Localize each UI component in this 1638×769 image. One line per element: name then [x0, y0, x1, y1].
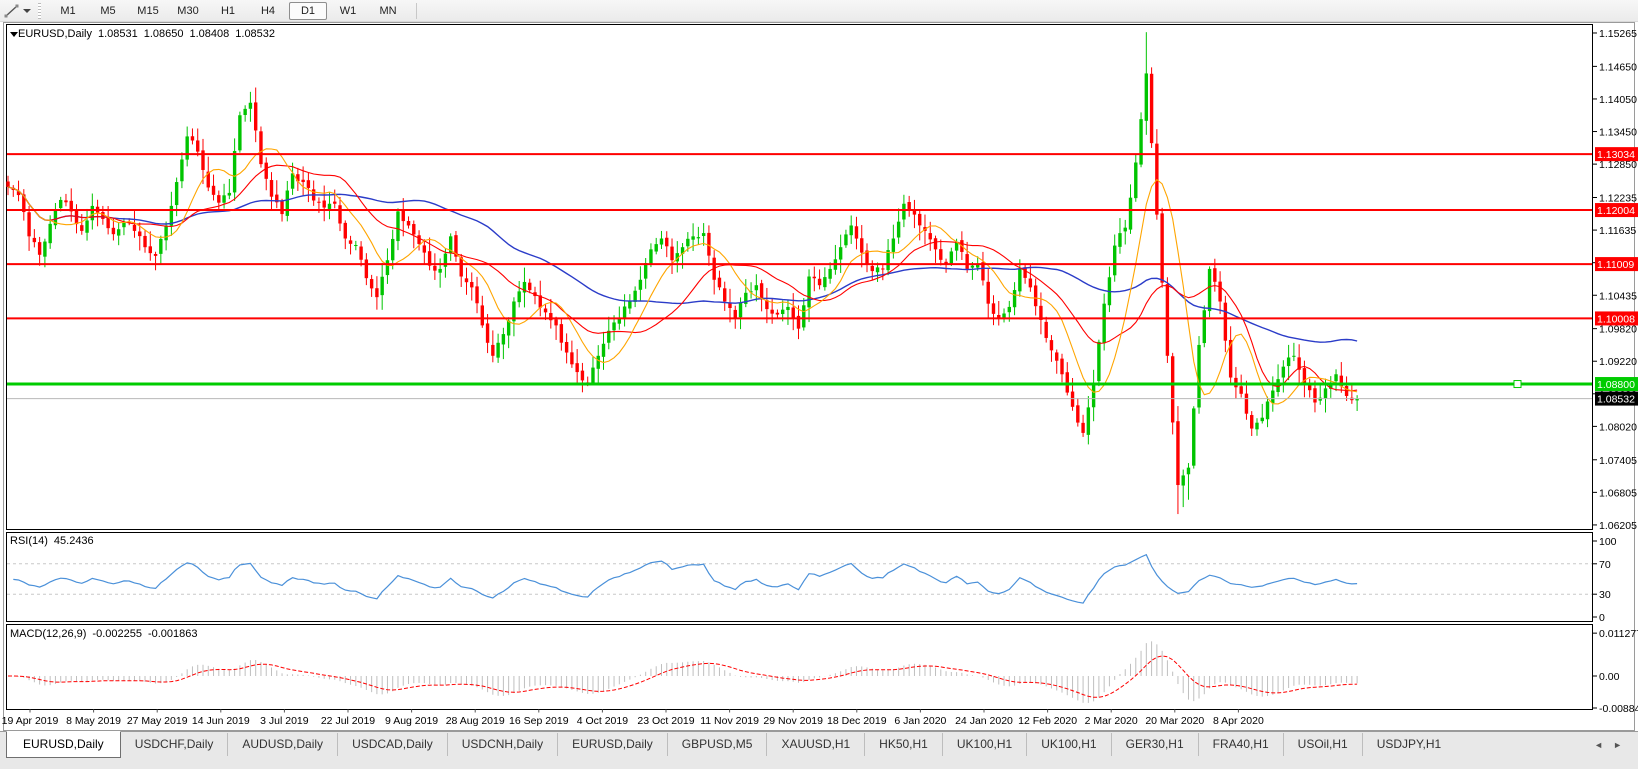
svg-text:0.00: 0.00 — [1599, 671, 1620, 683]
svg-text:2 Mar 2020: 2 Mar 2020 — [1085, 715, 1138, 727]
toolbar-grip[interactable] — [37, 3, 42, 19]
svg-text:1.10435: 1.10435 — [1599, 290, 1637, 302]
chart-tabbar: EURUSD,DailyUSDCHF,DailyAUDUSD,DailyUSDC… — [0, 731, 1638, 769]
svg-text:28 Aug 2019: 28 Aug 2019 — [446, 715, 505, 727]
green-line-handle[interactable] — [1514, 381, 1521, 388]
chart-tab-10-uk100-h1[interactable]: UK100,H1 — [1026, 733, 1110, 756]
svg-text:1.14050: 1.14050 — [1599, 94, 1637, 106]
toolbar-dropdown-caret-icon[interactable] — [23, 9, 31, 13]
rsi-pane[interactable] — [7, 533, 1593, 622]
svg-text:1.11009: 1.11009 — [1597, 259, 1634, 271]
chart-tab-5-eurusd-daily[interactable]: EURUSD,Daily — [557, 733, 667, 756]
svg-text:1.09220: 1.09220 — [1599, 356, 1637, 368]
svg-text:1.06205: 1.06205 — [1599, 520, 1637, 532]
svg-text:16 Sep 2019: 16 Sep 2019 — [509, 715, 569, 727]
timeframe-button-H4[interactable]: H4 — [249, 2, 287, 20]
timeframe-button-M5[interactable]: M5 — [89, 2, 127, 20]
chart-tab-6-gbpusd-m5[interactable]: GBPUSD,M5 — [667, 733, 767, 756]
svg-text:30: 30 — [1599, 589, 1611, 601]
chart-tab-13-usoil-h1[interactable]: USOil,H1 — [1283, 733, 1362, 756]
timeframe-button-M30[interactable]: M30 — [169, 2, 207, 20]
svg-text:0.011277: 0.011277 — [1599, 628, 1638, 640]
svg-text:23 Oct 2019: 23 Oct 2019 — [637, 715, 694, 727]
svg-text:11 Nov 2019: 11 Nov 2019 — [700, 715, 759, 727]
svg-text:-0.008845: -0.008845 — [1599, 703, 1638, 715]
svg-text:27 May 2019: 27 May 2019 — [127, 715, 188, 727]
timeframe-button-M1[interactable]: M1 — [49, 2, 87, 20]
svg-text:1.12235: 1.12235 — [1599, 193, 1637, 205]
svg-text:1.07405: 1.07405 — [1599, 455, 1637, 467]
svg-text:8 May 2019: 8 May 2019 — [66, 715, 121, 727]
svg-text:6 Jan 2020: 6 Jan 2020 — [894, 715, 946, 727]
chart-tab-8-hk50-h1[interactable]: HK50,H1 — [864, 733, 942, 756]
svg-text:1.10008: 1.10008 — [1597, 313, 1635, 325]
macd-label: MACD(12,26,9) — [10, 628, 86, 640]
chart-tab-0-eurusd-daily[interactable]: EURUSD,Daily — [6, 731, 121, 758]
tab-scroll-right-icon[interactable]: ► — [1613, 740, 1632, 750]
tab-scroll-left-icon[interactable]: ◄ — [1594, 740, 1613, 750]
svg-text:1.12004: 1.12004 — [1597, 205, 1635, 217]
ohlc-open: 1.08531 — [98, 28, 138, 40]
chart-tab-12-fra40-h1[interactable]: FRA40,H1 — [1198, 733, 1283, 756]
svg-text:18 Dec 2019: 18 Dec 2019 — [827, 715, 887, 727]
chart-title: EURUSD,Daily 1.08531 1.08650 1.08408 1.08532 — [10, 28, 275, 40]
chart-tab-14-usdjpy-h1[interactable]: USDJPY,H1 — [1362, 733, 1455, 756]
svg-text:1.13450: 1.13450 — [1599, 127, 1637, 139]
svg-text:1.08532: 1.08532 — [1597, 394, 1635, 406]
ohlc-close: 1.08532 — [235, 28, 275, 40]
svg-text:1.14650: 1.14650 — [1599, 61, 1637, 73]
ohlc-low: 1.08408 — [190, 28, 230, 40]
svg-text:1.09820: 1.09820 — [1599, 324, 1637, 336]
timeframe-button-MN[interactable]: MN — [369, 2, 407, 20]
rsi-title: RSI(14) 45.2436 — [10, 535, 94, 547]
chart-canvas[interactable]: 1.152651.146501.140501.134501.128501.122… — [0, 0, 1638, 768]
macd-pane[interactable] — [7, 625, 1593, 710]
macd-value-main: -0.002255 — [92, 628, 142, 640]
svg-text:100: 100 — [1599, 536, 1617, 548]
svg-text:19 Apr 2019: 19 Apr 2019 — [2, 715, 59, 727]
chart-tab-4-usdcnh-daily[interactable]: USDCNH,Daily — [447, 733, 557, 756]
svg-text:24 Jan 2020: 24 Jan 2020 — [955, 715, 1013, 727]
line-studies-icon[interactable] — [3, 3, 21, 19]
svg-text:8 Apr 2020: 8 Apr 2020 — [1213, 715, 1264, 727]
timeframe-button-M15[interactable]: M15 — [129, 2, 167, 20]
toolbar-separator — [416, 3, 417, 19]
rsi-label: RSI(14) — [10, 535, 48, 547]
timeframe-button-D1[interactable]: D1 — [289, 2, 327, 20]
svg-text:22 Jul 2019: 22 Jul 2019 — [321, 715, 375, 727]
svg-text:14 Jun 2019: 14 Jun 2019 — [192, 715, 250, 727]
svg-text:1.06805: 1.06805 — [1599, 487, 1637, 499]
chart-tab-3-usdcad-daily[interactable]: USDCAD,Daily — [337, 733, 447, 756]
top-toolbar: M1M5M15M30H1H4D1W1MN — [0, 0, 1638, 22]
chart-symbol-label: EURUSD,Daily — [18, 28, 92, 40]
svg-text:12 Feb 2020: 12 Feb 2020 — [1018, 715, 1077, 727]
svg-text:1.08020: 1.08020 — [1599, 421, 1637, 433]
svg-text:20 Mar 2020: 20 Mar 2020 — [1145, 715, 1204, 727]
main-pane[interactable] — [7, 25, 1593, 530]
svg-text:9 Aug 2019: 9 Aug 2019 — [385, 715, 438, 727]
symbol-dropdown-icon[interactable] — [10, 32, 18, 37]
svg-text:3 Jul 2019: 3 Jul 2019 — [260, 715, 309, 727]
svg-text:1.08800: 1.08800 — [1597, 379, 1635, 391]
svg-text:29 Nov 2019: 29 Nov 2019 — [763, 715, 823, 727]
chart-tab-1-usdchf-daily[interactable]: USDCHF,Daily — [121, 733, 228, 756]
macd-value-signal: -0.001863 — [148, 628, 198, 640]
chart-tab-11-ger30-h1[interactable]: GER30,H1 — [1111, 733, 1198, 756]
chart-tab-2-audusd-daily[interactable]: AUDUSD,Daily — [227, 733, 337, 756]
svg-text:1.11635: 1.11635 — [1599, 225, 1636, 237]
chart-tab-9-uk100-h1[interactable]: UK100,H1 — [942, 733, 1026, 756]
svg-text:1.13034: 1.13034 — [1597, 149, 1635, 161]
chart-tab-7-xauusd-h1[interactable]: XAUUSD,H1 — [766, 733, 864, 756]
timeframe-toolbar: M1M5M15M30H1H4D1W1MN — [48, 2, 408, 20]
svg-text:1.15265: 1.15265 — [1599, 28, 1637, 40]
svg-text:4 Oct 2019: 4 Oct 2019 — [577, 715, 629, 727]
rsi-value: 45.2436 — [54, 535, 94, 547]
svg-text:70: 70 — [1599, 559, 1611, 571]
macd-title: MACD(12,26,9) -0.002255 -0.001863 — [10, 628, 198, 640]
ohlc-high: 1.08650 — [144, 28, 184, 40]
timeframe-button-H1[interactable]: H1 — [209, 2, 247, 20]
timeframe-button-W1[interactable]: W1 — [329, 2, 367, 20]
svg-text:0: 0 — [1599, 612, 1605, 624]
